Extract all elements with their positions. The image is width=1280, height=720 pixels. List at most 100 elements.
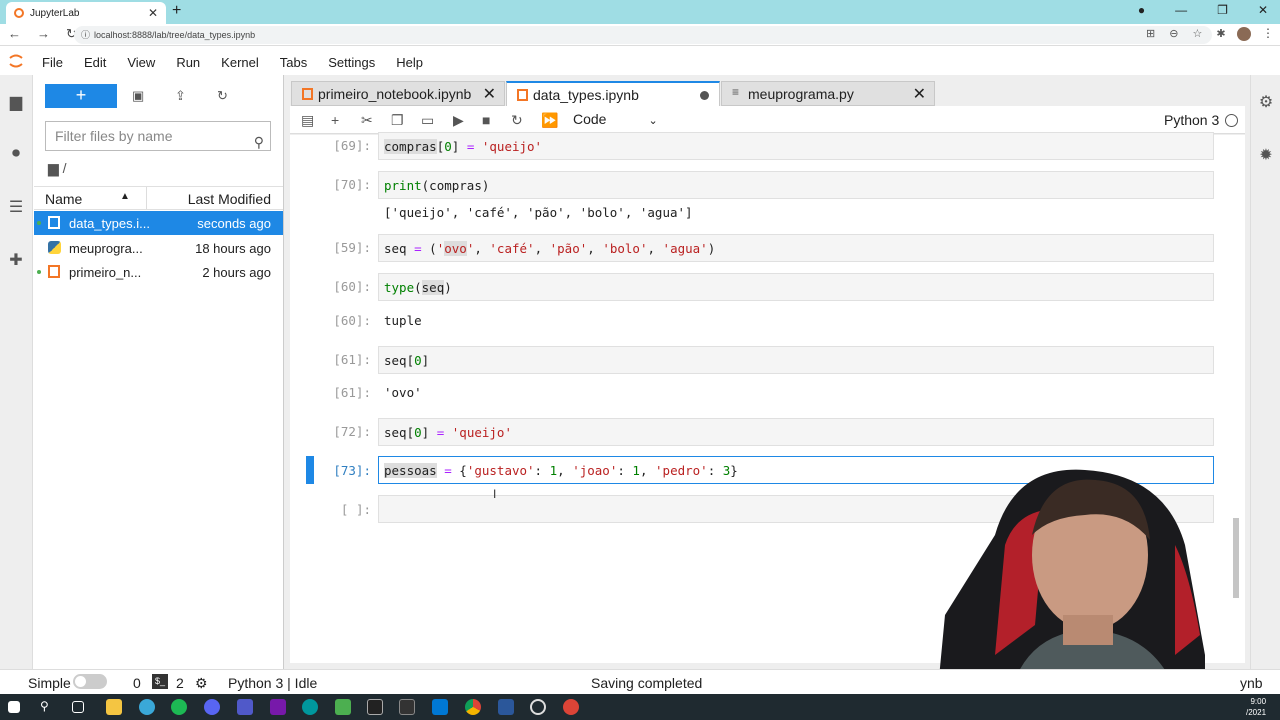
discord-icon[interactable]	[204, 699, 220, 715]
file-explorer-icon[interactable]	[106, 699, 122, 715]
url-text: localhost:8888/lab/tree/data_types.ipynb	[94, 30, 256, 40]
copy-icon[interactable]: ❐	[391, 112, 404, 129]
close-window-icon[interactable]: ✕	[1258, 3, 1268, 17]
restart-icon[interactable]: ↻	[511, 112, 523, 129]
close-tab-icon[interactable]: ✕	[483, 84, 496, 104]
cell-type-select[interactable]: Code ⌄	[573, 111, 658, 127]
vscode-icon[interactable]	[432, 699, 448, 715]
running-stop-icon[interactable]: ⏺	[7, 145, 25, 163]
paste-icon[interactable]: ▭	[421, 112, 434, 129]
minimize-icon[interactable]: —	[1175, 3, 1187, 17]
terminal-count[interactable]: 0	[133, 675, 141, 691]
unsaved-dot-icon[interactable]	[700, 91, 709, 100]
add-cell-icon[interactable]: +	[331, 112, 339, 128]
status-bar: Simple 0 2 ⚙ Python 3 | Idle Saving comp…	[0, 669, 1280, 694]
close-tab-icon[interactable]: ✕	[913, 84, 926, 104]
arduino-icon[interactable]	[302, 699, 318, 715]
breadcrumb-root[interactable]: /	[63, 160, 67, 176]
info-icon[interactable]: ⓘ	[81, 26, 90, 44]
word-icon[interactable]	[498, 699, 514, 715]
run-all-icon[interactable]: ⏩	[541, 112, 558, 129]
edge-icon[interactable]	[139, 699, 155, 715]
file-row[interactable]: primeiro_n... 2 hours ago	[34, 260, 283, 284]
menu-edit[interactable]: Edit	[84, 55, 106, 70]
input-prompt: [ ]:	[340, 502, 371, 517]
file-row[interactable]: data_types.i... seconds ago	[34, 211, 283, 235]
sort-asc-icon[interactable]: ▲	[120, 191, 130, 202]
profile-indicator-icon[interactable]: ●	[1138, 3, 1145, 17]
menu-tabs[interactable]: Tabs	[280, 55, 307, 70]
refresh-icon[interactable]: ↻	[217, 88, 228, 104]
browser-tabstrip	[0, 0, 1280, 24]
browser-menu-icon[interactable]: ⋮	[1262, 26, 1274, 40]
search-icon[interactable]: ⚲	[40, 699, 56, 715]
file-row[interactable]: meuprogra... 18 hours ago	[34, 236, 283, 260]
upload-icon[interactable]: ⇪	[175, 88, 186, 104]
notebook-icon	[48, 265, 60, 278]
menu-help[interactable]: Help	[396, 55, 423, 70]
menu-file[interactable]: File	[42, 55, 63, 70]
new-folder-icon[interactable]: ▣	[132, 88, 144, 104]
debugger-bug-icon[interactable]: ✹	[1257, 145, 1275, 164]
teams-icon[interactable]	[237, 699, 253, 715]
right-sidebar: ⚙ ✹	[1250, 75, 1280, 669]
property-inspector-gear-icon[interactable]: ⚙	[1257, 92, 1275, 111]
new-launcher-button[interactable]: +	[45, 84, 117, 108]
menu-settings[interactable]: Settings	[328, 55, 375, 70]
code-cell[interactable]: seq = ('ovo', 'café', 'pão', 'bolo', 'ag…	[378, 234, 1214, 262]
github-icon[interactable]	[530, 699, 546, 715]
terminal-icon: $_	[152, 674, 168, 689]
avatar[interactable]	[1237, 27, 1251, 41]
menu-view[interactable]: View	[127, 55, 155, 70]
breadcrumb[interactable]: ▆ /	[48, 160, 67, 177]
kernel-name[interactable]: Python 3	[1164, 112, 1219, 128]
browser-tab[interactable]: JupyterLab ✕	[6, 2, 166, 24]
forward-icon[interactable]: →	[37, 26, 50, 42]
tab-data-types[interactable]: data_types.ipynb	[506, 81, 720, 107]
restore-icon[interactable]: ❐	[1217, 3, 1228, 17]
extension-puzzle-icon[interactable]: ✚	[7, 250, 25, 269]
chrome-icon[interactable]	[465, 699, 481, 715]
cut-icon[interactable]: ✂	[361, 112, 373, 129]
zoom-icon[interactable]: ⊖	[1169, 27, 1178, 40]
back-icon[interactable]: ←	[8, 26, 21, 42]
tab-primeiro-notebook[interactable]: primeiro_notebook.ipynb ✕	[291, 81, 505, 106]
stop-icon[interactable]: ■	[482, 112, 490, 128]
kernel-status[interactable]: Python 3 | Idle	[228, 675, 317, 691]
save-icon[interactable]: ▤	[301, 112, 314, 129]
filter-files-input[interactable]: Filter files by name ⚲	[45, 121, 271, 151]
tab-meuprograma[interactable]: ≡ meuprograma.py ✕	[721, 81, 935, 106]
chrome-active-icon[interactable]	[563, 699, 579, 715]
taskbar-clock: 9:00 /2021	[1246, 696, 1266, 718]
folder-icon[interactable]: ▆	[7, 92, 25, 111]
run-icon[interactable]: ▶	[453, 112, 464, 129]
code-cell[interactable]: print(compras)	[378, 171, 1214, 199]
new-tab-button[interactable]: +	[172, 2, 181, 20]
code-cell[interactable]: compras[0] = 'queijo'	[378, 132, 1214, 160]
column-name[interactable]: Name	[45, 191, 82, 207]
close-tab-icon[interactable]: ✕	[148, 6, 158, 20]
onenote-icon[interactable]	[270, 699, 286, 715]
windows-start-icon[interactable]	[8, 701, 20, 713]
app-icon[interactable]	[335, 699, 351, 715]
bookmark-star-icon[interactable]: ☆	[1192, 27, 1202, 40]
task-view-icon[interactable]	[72, 701, 84, 713]
extensions-icon[interactable]: ✱	[1216, 27, 1225, 40]
menu-run[interactable]: Run	[176, 55, 200, 70]
code-cell[interactable]: seq[0]	[378, 346, 1214, 374]
translate-icon[interactable]: ⊞	[1146, 27, 1155, 40]
kernel-count[interactable]: 2	[176, 675, 184, 691]
column-last-modified[interactable]: Last Modified	[188, 191, 271, 207]
file-modified: 2 hours ago	[202, 265, 271, 280]
code-cell[interactable]: seq[0] = 'queijo'	[378, 418, 1214, 446]
kernel-status-icon	[1225, 114, 1238, 127]
column-separator	[146, 187, 147, 209]
spotify-icon[interactable]	[171, 699, 187, 715]
url-bar[interactable]: ⓘ localhost:8888/lab/tree/data_types.ipy…	[74, 26, 1212, 44]
simple-mode-toggle[interactable]	[73, 674, 107, 689]
toc-list-icon[interactable]: ☰	[7, 197, 25, 216]
code-cell[interactable]: type(seq)	[378, 273, 1214, 301]
terminal-app-icon[interactable]	[367, 699, 383, 715]
menu-kernel[interactable]: Kernel	[221, 55, 259, 70]
cmd-icon[interactable]	[399, 699, 415, 715]
